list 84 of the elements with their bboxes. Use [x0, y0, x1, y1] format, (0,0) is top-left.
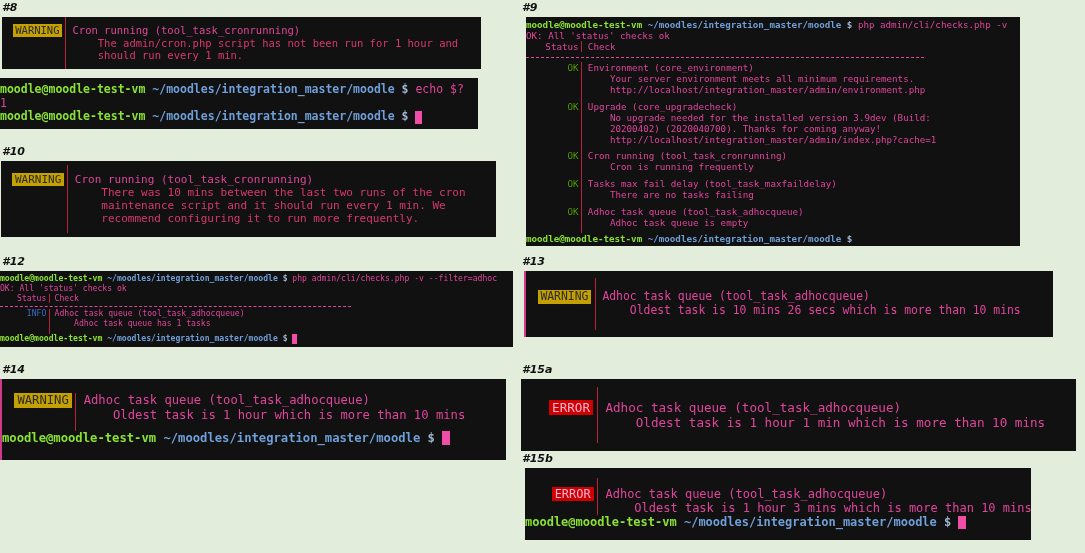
prompt-path: ~/moodles/integration_master/moodle: [647, 18, 842, 30]
command-text: php admin/cli/checks.php -v --filter=adhoc: [292, 274, 498, 284]
panel-label: #15a: [521, 362, 554, 377]
status-badge: WARNING: [12, 24, 63, 37]
check-detail: should run every 1 min.: [96, 49, 245, 62]
status-label: OK: [567, 150, 579, 162]
output-line: OK: All 'status' checks ok: [526, 29, 670, 41]
panel-label: #9: [521, 0, 539, 15]
panel-label: #10: [1, 144, 26, 159]
check-detail: http://localhost/integration_master/admin/environment.php: [608, 84, 926, 96]
prompt-user-host: moodle@moodle-test-vm: [0, 82, 146, 97]
check-title: Cron running (tool_task_cronrunning): [74, 172, 315, 186]
prompt-user-host: moodle@moodle-test-vm: [526, 233, 643, 245]
check-detail: Oldest task is 10 mins 26 secs which is more than 10 mins: [628, 304, 1021, 318]
prompt-symbol: $: [427, 431, 435, 446]
prompt-user-host: moodle@moodle-test-vm: [526, 18, 643, 30]
prompt-symbol: $: [282, 274, 288, 284]
prompt-path: ~/moodles/integration_master/moodle: [152, 110, 395, 125]
prompt-user-host: moodle@moodle-test-vm: [0, 334, 103, 344]
check-column-header: Check: [587, 40, 616, 52]
prompt-symbol: $: [401, 110, 409, 125]
status-badge: ERROR: [551, 486, 594, 501]
check-detail: No upgrade needed for the installed version 3.9dev (Build:: [609, 111, 932, 123]
status-badge: WARNING: [12, 172, 64, 186]
check-title: Adhoc task queue (tool_task_adhocqueue): [587, 205, 804, 217]
status-label: OK: [567, 62, 579, 74]
command-text: echo $?: [415, 82, 464, 97]
status-badge: WARNING: [14, 393, 72, 408]
check-title: Upgrade (core_upgradecheck): [587, 100, 739, 112]
check-detail: The admin/cron.php script has not been run for 1 hour and: [96, 36, 459, 50]
panel-label: #14: [1, 362, 26, 377]
output-line: OK: All 'status' checks ok: [0, 283, 127, 294]
status-column-header: Status: [545, 40, 579, 52]
check-detail: There are no tasks failing: [608, 189, 755, 200]
check-detail: Your server environment meets all minimum requirements.: [608, 73, 916, 85]
status-badge: WARNING: [537, 290, 592, 304]
status-label: INFO: [26, 309, 47, 319]
prompt-symbol: $: [846, 233, 853, 245]
panel-label: #15b: [521, 451, 554, 466]
prompt-path: ~/moodles/integration_master/moodle: [107, 334, 278, 344]
check-detail: Oldest task is 1 hour 1 min which is more than 10 mins: [634, 415, 1046, 431]
command-text: php admin/cli/checks.php -v: [857, 18, 1008, 30]
prompt-symbol: $: [944, 515, 952, 530]
status-badge: ERROR: [549, 399, 594, 415]
status-label: OK: [567, 177, 579, 189]
prompt-path: ~/moodles/integration_master/moodle: [683, 515, 937, 530]
check-title: Cron running (tool_task_cronrunning): [72, 24, 302, 37]
prompt-user-host: moodle@moodle-test-vm: [0, 274, 103, 284]
check-title: Environment (core_environment): [587, 62, 755, 74]
check-detail: Cron is running frequently: [608, 161, 755, 173]
check-detail: Adhoc task queue is empty: [608, 216, 749, 228]
check-detail: Adhoc task queue has 1 tasks: [73, 318, 211, 329]
status-label: OK: [567, 205, 579, 217]
prompt-user-host: moodle@moodle-test-vm: [525, 515, 677, 530]
status-label: OK: [567, 100, 579, 112]
prompt-path: ~/moodles/integration_master/moodle: [107, 274, 278, 284]
check-detail: recommend configuring it to run more frequently.: [100, 212, 421, 226]
prompt-user-host: moodle@moodle-test-vm: [0, 110, 146, 125]
prompt-symbol: $: [282, 334, 288, 344]
prompt-symbol: $: [401, 82, 409, 97]
panel-label: #13: [521, 254, 546, 269]
check-detail: Oldest task is 1 hour which is more than 10 mins: [112, 407, 466, 423]
check-title: Adhoc task queue (tool_task_adhocqueue): [83, 393, 371, 408]
check-title: Adhoc task queue (tool_task_adhocqueue): [605, 486, 889, 501]
check-detail: Oldest task is 1 hour 3 mins which is more than 10 mins: [633, 501, 1032, 516]
check-column-header: Check: [54, 293, 79, 304]
check-title: Adhoc task queue (tool_task_adhocqueue): [602, 290, 871, 304]
check-title: Tasks max fail delay (tool_task_maxfaildelay): [587, 177, 837, 189]
status-column-header: Status: [17, 292, 47, 303]
panel-label: #8: [1, 0, 19, 15]
check-detail: 20200402) (2020040700). Thanks for coming anyway!: [608, 122, 882, 134]
prompt-symbol: $: [846, 18, 853, 30]
check-detail: There was 10 mins between the last two runs of the cron: [100, 185, 466, 199]
prompt-path: ~/moodles/integration_master/moodle: [152, 82, 395, 97]
check-title: Adhoc task queue (tool_task_adhocqueue): [605, 399, 903, 415]
prompt-path: ~/moodles/integration_master/moodle: [647, 233, 842, 245]
check-title: Cron running (tool_task_cronrunning): [587, 150, 787, 162]
prompt-user-host: moodle@moodle-test-vm: [2, 431, 157, 446]
check-detail: http://localhost/integration_master/admin/index.php?cache=1: [608, 133, 937, 145]
check-title: Adhoc task queue (tool_task_adhocqueue): [54, 309, 245, 319]
output-line: 1: [0, 96, 7, 110]
prompt-path: ~/moodles/integration_master/moodle: [163, 431, 421, 446]
panel-label: #12: [1, 254, 26, 269]
check-detail: maintenance script and it should run every 1 min. We: [100, 199, 447, 213]
